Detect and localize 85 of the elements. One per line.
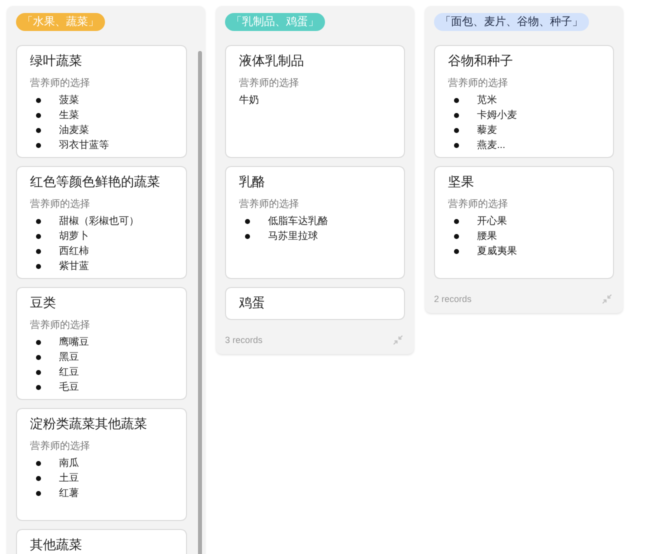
record-count: 2 records — [434, 293, 472, 305]
record-card[interactable]: 豆类 营养师的选择 鹰嘴豆 黑豆 红豆 毛豆 — [16, 287, 187, 400]
bullet-icon — [245, 219, 250, 224]
bullet-icon — [36, 98, 41, 103]
field-label: 营养师的选择 — [448, 77, 509, 91]
list-item: 南瓜 — [59, 456, 79, 471]
card-title: 绿叶蔬菜 — [30, 53, 83, 69]
list-item: 紫甘蓝 — [59, 260, 89, 274]
list-item: 低脂车达乳酪 — [268, 214, 328, 229]
bullet-icon — [454, 219, 459, 224]
column-label: 「乳制品、鸡蛋」 — [225, 13, 325, 31]
bullet-icon — [454, 143, 459, 148]
card-title: 坚果 — [448, 174, 475, 190]
card-title: 液体乳制品 — [239, 53, 305, 69]
card-title: 谷物和种子 — [448, 53, 514, 69]
bullet-icon — [454, 234, 459, 239]
card-title: 红色等颜色鲜艳的蔬菜 — [30, 174, 161, 190]
record-card[interactable]: 红色等颜色鲜艳的蔬菜 营养师的选择 甜椒（彩椒也可） 胡萝卜 西红柿 紫甘蓝 — [16, 166, 187, 279]
bullet-icon — [36, 264, 41, 269]
list-item: 羽衣甘蓝等 — [59, 138, 109, 153]
field-label: 营养师的选择 — [30, 198, 91, 212]
record-card[interactable]: 液体乳制品 营养师的选择 牛奶 — [225, 45, 405, 158]
field-label: 营养师的选择 — [239, 198, 300, 212]
list-item: 胡萝卜 — [59, 230, 89, 244]
bullet-icon — [36, 370, 41, 375]
list-item: 毛豆 — [59, 380, 79, 395]
list-item: 腰果 — [477, 230, 497, 244]
bullet-icon — [36, 340, 41, 345]
bullet-icon — [454, 113, 459, 118]
list-item: 苋米 — [477, 94, 497, 108]
bullet-icon — [36, 143, 41, 148]
record-card[interactable]: 绿叶蔬菜 营养师的选择 菠菜 生菜 油麦菜 羽衣甘蓝等 — [16, 45, 187, 158]
record-card[interactable]: 谷物和种子 营养师的选择 苋米 卡姆小麦 藜麦 燕麦... — [434, 45, 614, 158]
list-item: 红豆 — [59, 366, 79, 380]
field-label: 营养师的选择 — [30, 440, 91, 454]
card-title: 豆类 — [30, 295, 57, 311]
list-item: 燕麦... — [477, 138, 506, 153]
list-item: 红薯 — [59, 486, 79, 501]
list-item: 菠菜 — [59, 94, 79, 108]
field-label: 营养师的选择 — [448, 198, 509, 212]
list-item: 土豆 — [59, 472, 79, 486]
bullet-icon — [36, 219, 41, 224]
bullet-icon — [36, 128, 41, 133]
record-card[interactable]: 淀粉类蔬菜其他蔬菜 营养师的选择 南瓜 土豆 红薯 — [16, 408, 187, 521]
list-item: 甜椒（彩椒也可） — [59, 214, 139, 229]
field-label: 营养师的选择 — [30, 77, 91, 91]
collapse-icon[interactable] — [393, 335, 403, 345]
field-label: 营养师的选择 — [30, 319, 91, 333]
record-card[interactable]: 其他蔬菜 — [16, 529, 187, 554]
card-title: 乳酪 — [239, 174, 266, 190]
field-value: 牛奶 — [239, 94, 260, 108]
bullet-icon — [36, 234, 41, 239]
list-item: 夏威夷果 — [477, 244, 517, 259]
list-item: 开心果 — [477, 214, 507, 229]
collapse-icon[interactable] — [602, 294, 612, 304]
card-title: 其他蔬菜 — [30, 537, 83, 553]
list-item: 藜麦 — [477, 124, 497, 138]
record-card[interactable]: 乳酪 营养师的选择 低脂车达乳酪 马苏里拉球 — [225, 166, 405, 279]
bullet-icon — [454, 98, 459, 103]
record-card[interactable]: 鸡蛋 — [225, 287, 405, 320]
card-title: 鸡蛋 — [239, 295, 266, 311]
card-title: 淀粉类蔬菜其他蔬菜 — [30, 416, 148, 432]
list-item: 生菜 — [59, 108, 79, 123]
field-label: 营养师的选择 — [239, 77, 300, 91]
bullet-icon — [36, 491, 41, 496]
scrollbar-thumb[interactable] — [198, 51, 202, 554]
list-item: 黑豆 — [59, 351, 79, 365]
bullet-icon — [36, 249, 41, 254]
column-label: 「面包、麦片、谷物、种子」 — [434, 13, 589, 31]
list-item: 西红柿 — [59, 244, 89, 259]
bullet-icon — [245, 234, 250, 239]
bullet-icon — [36, 355, 41, 360]
list-item: 鹰嘴豆 — [59, 336, 89, 350]
bullet-icon — [454, 249, 459, 254]
bullet-icon — [36, 385, 41, 390]
list-item: 卡姆小麦 — [477, 108, 517, 123]
bullet-icon — [454, 128, 459, 133]
column-label: 「水果、蔬菜」 — [16, 13, 105, 31]
list-item: 马苏里拉球 — [268, 230, 318, 244]
list-item: 油麦菜 — [59, 124, 89, 138]
bullet-icon — [36, 476, 41, 481]
bullet-icon — [36, 113, 41, 118]
bullet-icon — [36, 461, 41, 466]
record-count: 3 records — [225, 334, 263, 346]
record-card[interactable]: 坚果 营养师的选择 开心果 腰果 夏威夷果 — [434, 166, 614, 279]
